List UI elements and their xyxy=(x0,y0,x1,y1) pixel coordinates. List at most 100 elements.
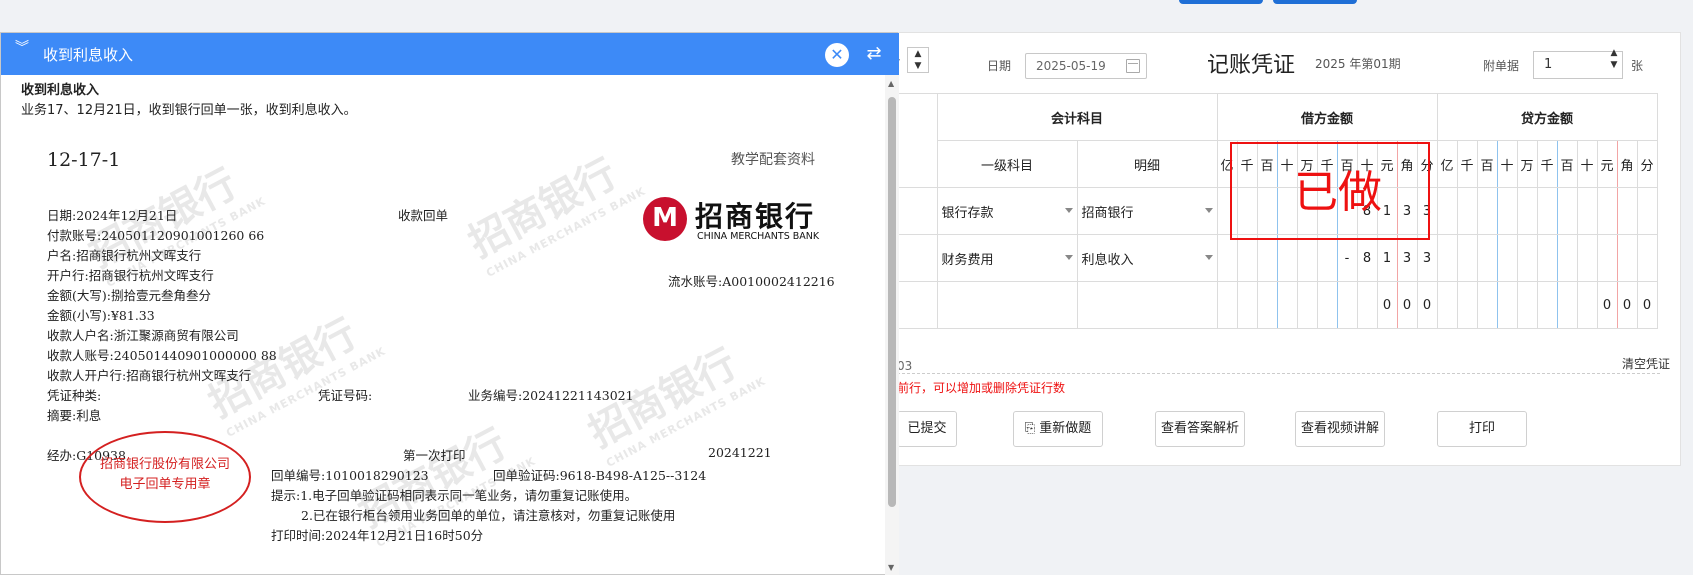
verify-code: 回单验证码:9618-B498-A125--3124 xyxy=(493,468,707,483)
total-debit-cell: 0 xyxy=(1396,281,1418,329)
credit-digit-cell xyxy=(1516,187,1538,235)
payer-account: 付款账号:240501120901001260 66 xyxy=(47,228,265,243)
receipt-popup: ︾ 收到利息收入 ✕ ⇄ 收到利息收入 业务17、12月21日，收到银行回单一张… xyxy=(0,32,899,575)
bank-logo-icon xyxy=(643,197,687,241)
video-button[interactable]: 查看视频讲解 xyxy=(1295,411,1385,447)
digit-header: 亿 xyxy=(1436,140,1458,188)
chevron-down-icon[interactable] xyxy=(1204,255,1213,260)
detail-select[interactable]: 招商银行 xyxy=(1076,187,1218,235)
close-icon[interactable]: ✕ xyxy=(825,43,849,67)
voucher-no: 凭证号码: xyxy=(318,388,373,403)
credit-digit-cell xyxy=(1496,234,1518,282)
teaching-note: 教学配套资料 xyxy=(731,152,815,168)
credit-digit-cell xyxy=(1576,187,1598,235)
redo-icon: ⎘ xyxy=(1024,421,1040,436)
voucher-panel: 7 ▲▼ 日期 2025-05-19 记账凭证 2025 年第01期 附单据 1… xyxy=(893,32,1681,466)
total-credit-cell: 0 xyxy=(1636,281,1658,329)
credit-digit-cell xyxy=(1616,234,1638,282)
total-debit-cell xyxy=(1276,281,1298,329)
subject-select[interactable]: 银行存款 xyxy=(936,187,1078,235)
date-value: 2025-05-19 xyxy=(1036,59,1106,73)
table-row: 财务费用 利息收入 -8 1 3 3 xyxy=(897,234,1658,282)
chevron-down-icon[interactable] xyxy=(1204,208,1213,213)
top-button-1[interactable] xyxy=(1179,0,1263,4)
popup-scrollbar[interactable]: ▲ ▼ xyxy=(885,75,899,575)
credit-digit-cell xyxy=(1456,187,1478,235)
credit-digit-cell xyxy=(1576,234,1598,282)
payee-name: 收款人户名:浙江聚源商贸有限公司 xyxy=(47,328,239,343)
swap-icon[interactable]: ⇄ xyxy=(863,43,885,65)
serial-number: 流水账号:A0010002412216 xyxy=(668,274,835,289)
attach-stepper[interactable]: ▲ ▼ xyxy=(1603,47,1625,73)
total-debit-cell: 0 xyxy=(1416,281,1438,329)
total-credit-cell xyxy=(1536,281,1558,329)
detail-select[interactable]: 利息收入 xyxy=(1076,234,1218,282)
voucher-period: 2025 年第01期 xyxy=(1315,57,1401,71)
clear-voucher-button[interactable]: 清空凭证 xyxy=(1622,355,1670,372)
bank-name-cn: 招商银行 xyxy=(695,200,816,233)
payer-name: 户名:招商银行杭州文晖支行 xyxy=(47,248,202,263)
amount-upper: 金额(大写):捌拾壹元叁角叁分 xyxy=(47,288,211,303)
submitted-button[interactable]: 已提交 xyxy=(897,411,957,447)
credit-digit-cell xyxy=(1516,234,1538,282)
digit-header: 千 xyxy=(1456,140,1478,188)
chevron-down-icon[interactable] xyxy=(1064,255,1073,260)
date-label: 日期 xyxy=(987,59,1012,73)
answer-button[interactable]: 查看答案解析 xyxy=(1155,411,1245,447)
credit-digit-cell xyxy=(1596,187,1618,235)
calendar-icon[interactable] xyxy=(1126,59,1140,73)
scroll-down-icon[interactable]: ▼ xyxy=(888,563,894,572)
payer-bank: 开户行:招商银行杭州文晖支行 xyxy=(47,268,214,283)
credit-digit-cell xyxy=(1436,234,1458,282)
chevron-down-icon[interactable] xyxy=(1064,208,1073,213)
total-credit-cell xyxy=(1456,281,1478,329)
bank-seal-stamp: 招商银行股份有限公司 电子回单专用章 xyxy=(79,431,251,523)
total-credit-cell xyxy=(1476,281,1498,329)
debit-digit-cell xyxy=(1216,234,1238,282)
attach-value: 1 xyxy=(1544,57,1553,72)
popup-body: 收到利息收入 业务17、12月21日，收到银行回单一张，收到利息收入。 招商银行… xyxy=(1,75,885,575)
scroll-up-icon[interactable]: ▲ xyxy=(888,79,894,88)
amount-lower: 金额(小写):¥81.33 xyxy=(47,308,155,323)
total-credit-cell xyxy=(1436,281,1458,329)
redo-button[interactable]: ⎘ 重新做题 xyxy=(1013,411,1103,447)
entry-number-stepper[interactable]: ▲ ▼ xyxy=(907,47,929,73)
receipt-code: 12-17-1 xyxy=(47,149,121,171)
collapse-chevron-icon[interactable]: ︾ xyxy=(15,41,29,55)
total-credit-cell xyxy=(1576,281,1598,329)
summary-cell[interactable] xyxy=(897,234,938,282)
payee-account: 收款人账号:240501440901000000 88 xyxy=(47,348,277,363)
top-button-2[interactable] xyxy=(1273,0,1357,4)
total-debit-cell xyxy=(1316,281,1338,329)
detail-value: 利息收入 xyxy=(1081,252,1134,268)
digit-header: 元 xyxy=(1596,140,1618,188)
total-debit-cell xyxy=(1216,281,1238,329)
subject-value: 银行存款 xyxy=(941,205,994,221)
subject-select[interactable]: 财务费用 xyxy=(936,234,1078,282)
tip-2: 2.已在银行柜台领用业务回单的单位，请注意核对，勿重复记账使用 xyxy=(301,508,676,523)
bank-receipt-image: 招商银行 CHINA MERCHANTS BANK 招商银行 CHINA MERCH… xyxy=(23,131,883,571)
receipt-no: 回单编号:1010018290123 xyxy=(271,468,429,483)
divider xyxy=(897,373,1660,374)
digit-header: 万 xyxy=(1516,140,1538,188)
business-no: 业务编号:20241221143021 xyxy=(468,388,634,403)
debit-digit-cell: 1 xyxy=(1376,234,1398,282)
total-row: 000000 xyxy=(897,281,1658,329)
print-button[interactable]: 打印 xyxy=(1437,411,1527,447)
digit-header: 千 xyxy=(1536,140,1558,188)
summary-cell[interactable] xyxy=(897,187,938,235)
date-input[interactable]: 2025-05-19 xyxy=(1025,53,1147,79)
app-root: 7 ▲▼ 日期 2025-05-19 记账凭证 2025 年第01期 附单据 1… xyxy=(0,0,1693,575)
digit-header: 角 xyxy=(1616,140,1638,188)
top-strip xyxy=(0,0,1693,12)
redo-label: 重新做题 xyxy=(1039,421,1092,436)
credit-digit-cell xyxy=(1636,187,1658,235)
popup-title: 收到利息收入 xyxy=(43,46,134,64)
scroll-thumb[interactable] xyxy=(888,97,896,507)
voucher-type: 凭证种类: xyxy=(47,388,102,403)
popup-subtitle: 收到利息收入 xyxy=(21,83,100,98)
credit-digit-cell xyxy=(1436,187,1458,235)
total-detail-cell xyxy=(1076,281,1218,329)
digit-header: 分 xyxy=(1636,140,1658,188)
receipt-type: 收款回单 xyxy=(398,208,449,223)
